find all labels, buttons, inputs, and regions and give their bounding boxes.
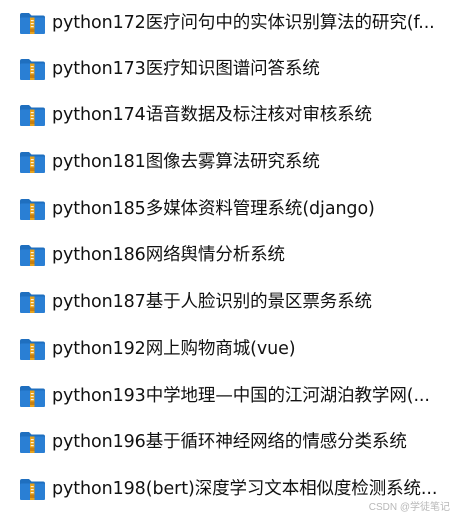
- folder-icon: [19, 244, 46, 267]
- folder-item[interactable]: python185多媒体资料管理系统(django): [0, 186, 456, 233]
- folder-name: python174语音数据及标注核对审核系统: [52, 105, 372, 125]
- folder-icon: [19, 478, 46, 501]
- folder-icon: [19, 385, 46, 408]
- watermark: CSDN @学徒笔记: [368, 502, 450, 513]
- folder-name: python173医疗知识图谱问答系统: [52, 59, 320, 79]
- folder-icon: [19, 198, 46, 221]
- folder-list: python172医疗问句中的实体识别算法的研究(f... python173医…: [0, 0, 456, 517]
- folder-item[interactable]: python181图像去雾算法研究系统: [0, 139, 456, 186]
- folder-item[interactable]: python187基于人脸识别的景区票务系统: [0, 279, 456, 326]
- folder-item[interactable]: python196基于循环神经网络的情感分类系统: [0, 419, 456, 466]
- folder-name: python187基于人脸识别的景区票务系统: [52, 292, 372, 312]
- folder-icon: [19, 338, 46, 361]
- folder-icon: [19, 58, 46, 81]
- folder-item[interactable]: python186网络舆情分析系统: [0, 232, 456, 279]
- folder-name: python196基于循环神经网络的情感分类系统: [52, 432, 407, 452]
- folder-icon: [19, 151, 46, 174]
- folder-icon: [19, 431, 46, 454]
- folder-name: python186网络舆情分析系统: [52, 245, 285, 265]
- folder-name: python181图像去雾算法研究系统: [52, 152, 320, 172]
- folder-item[interactable]: python173医疗知识图谱问答系统: [0, 46, 456, 93]
- folder-item[interactable]: python192网上购物商城(vue): [0, 326, 456, 373]
- folder-icon: [19, 104, 46, 127]
- folder-item[interactable]: python193中学地理—中国的江河湖泊教学网(...: [0, 373, 456, 420]
- folder-icon: [19, 291, 46, 314]
- folder-name: python172医疗问句中的实体识别算法的研究(f...: [52, 13, 435, 33]
- folder-name: python185多媒体资料管理系统(django): [52, 199, 375, 219]
- folder-item[interactable]: python172医疗问句中的实体识别算法的研究(f...: [0, 0, 456, 47]
- folder-name: python193中学地理—中国的江河湖泊教学网(...: [52, 386, 430, 406]
- folder-name: python192网上购物商城(vue): [52, 339, 296, 359]
- folder-icon: [19, 12, 46, 35]
- folder-item[interactable]: python174语音数据及标注核对审核系统: [0, 92, 456, 139]
